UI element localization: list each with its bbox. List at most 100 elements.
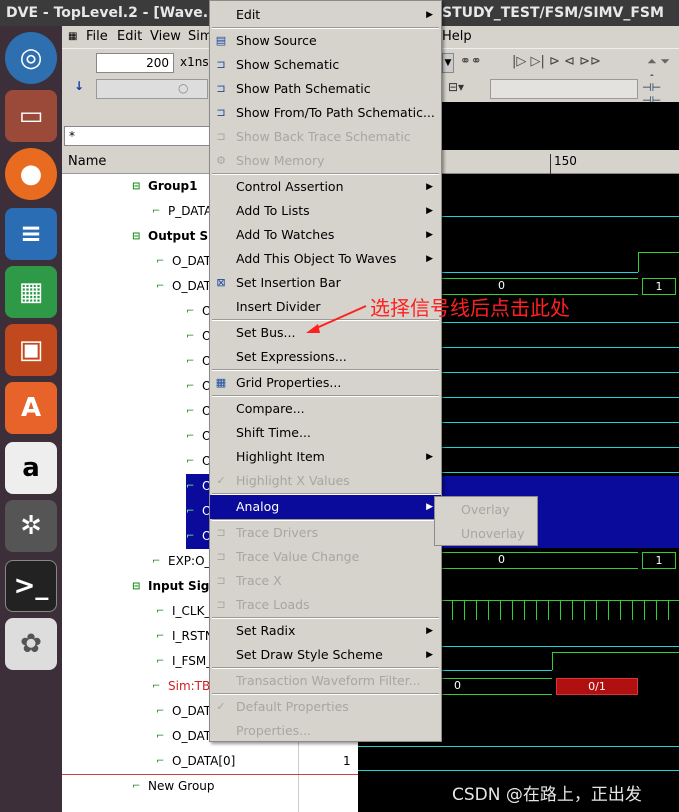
- wave-sim-bit0: [358, 770, 679, 771]
- menu-item-trace-value-change[interactable]: ⊐ Trace Value Change: [210, 545, 441, 569]
- menu-item-label: Show From/To Path Schematic...: [236, 105, 435, 120]
- menu-item-grid-properties[interactable]: ▦ Grid Properties...: [210, 371, 441, 395]
- menu-item-edit[interactable]: Edit ▶: [210, 3, 441, 27]
- down-arrow-icon[interactable]: ↓: [74, 79, 84, 93]
- menu-item-label: Add To Watches: [236, 227, 335, 242]
- menu-item-show-from-to-path-schematic[interactable]: ⊐ Show From/To Path Schematic...: [210, 101, 441, 125]
- menu-item-show-schematic[interactable]: ⊐ Show Schematic: [210, 53, 441, 77]
- menu-item-shift-time[interactable]: Shift Time...: [210, 421, 441, 445]
- menu-item-show-back-trace-schematic[interactable]: ⊐ Show Back Trace Schematic: [210, 125, 441, 149]
- menu-item-label: Highlight Item: [236, 449, 325, 464]
- time-unit[interactable]: x1ns: [180, 55, 209, 69]
- menu-item-default-properties[interactable]: ✓ Default Properties: [210, 695, 441, 719]
- menu-item-show-memory[interactable]: ⚙ Show Memory: [210, 149, 441, 173]
- menu-item-label: Set Bus...: [236, 325, 296, 340]
- menu-item-label: Default Properties: [236, 699, 349, 714]
- expand-icon: ⊟: [132, 581, 141, 592]
- signal-icon: ⌐: [186, 456, 195, 467]
- menu-item-label: Show Source: [236, 33, 317, 48]
- marker-icon[interactable]: ⊟▾: [448, 80, 464, 94]
- software-center-icon[interactable]: A: [5, 382, 57, 434]
- menu-item-icon: ⊐: [216, 130, 226, 143]
- ubuntu-dash-icon[interactable]: ◎: [5, 32, 57, 84]
- menu-item-icon: ⊐: [216, 526, 226, 539]
- menu-item-set-radix[interactable]: Set Radix ▶: [210, 619, 441, 643]
- wave-start-high: [552, 652, 679, 653]
- menu-item-properties[interactable]: Properties...: [210, 719, 441, 743]
- menu-item-trace-x[interactable]: ⊐ Trace X: [210, 569, 441, 593]
- tree-row[interactable]: ⌐ O_DATA[0]: [156, 749, 306, 774]
- menu-item-add-this-object-to-waves[interactable]: Add This Object To Waves ▶: [210, 247, 441, 271]
- marker-select[interactable]: [490, 79, 638, 99]
- expand-icon: ⊟: [132, 231, 141, 242]
- dropdown-icon[interactable]: ▼: [442, 53, 454, 73]
- menu-item-show-source[interactable]: ▤ Show Source: [210, 29, 441, 53]
- menu-item-label: Edit: [236, 7, 261, 22]
- menu-item-trace-drivers[interactable]: ⊐ Trace Drivers: [210, 521, 441, 545]
- menu-item-analog[interactable]: Analog ▶: [210, 495, 441, 519]
- impress-icon[interactable]: ▣: [5, 324, 57, 376]
- menu-item-icon: ✓: [216, 474, 226, 487]
- menu-item-label: Control Assertion: [236, 179, 344, 194]
- menu-item-add-to-lists[interactable]: Add To Lists ▶: [210, 199, 441, 223]
- time-input[interactable]: 200: [96, 53, 174, 73]
- menu-item-highlight-x-values[interactable]: ✓ Highlight X Values: [210, 469, 441, 493]
- submenu-arrow-icon: ▶: [426, 10, 433, 20]
- wave-bus-value-1: 1: [642, 278, 676, 295]
- tree-row-label: O_DATA[0]: [172, 754, 236, 768]
- window-title-path: STUDY_TEST/FSM/SIMV_FSM: [442, 5, 664, 21]
- menu-file[interactable]: File: [86, 26, 108, 48]
- wave-bus-value-0: 0: [498, 279, 505, 292]
- menu-item-set-expressions[interactable]: Set Expressions...: [210, 345, 441, 369]
- tree-row[interactable]: ⌐ New Group: [132, 774, 282, 799]
- menu-item-label: Add This Object To Waves: [236, 251, 397, 266]
- menu-item-add-to-watches[interactable]: Add To Watches ▶: [210, 223, 441, 247]
- settings-icon[interactable]: ✲: [5, 500, 57, 552]
- app-icon[interactable]: ✿: [5, 618, 57, 670]
- nav-field[interactable]: [96, 79, 208, 99]
- menu-item-label: Set Expressions...: [236, 349, 347, 364]
- signal-icon: ⌐: [156, 731, 165, 742]
- menu-edit[interactable]: Edit: [117, 26, 142, 48]
- menu-item-icon: ⊠: [216, 276, 226, 289]
- menu-item-icon: ⊐: [216, 58, 226, 71]
- calc-icon[interactable]: ▦: [5, 266, 57, 318]
- menu-item-overlay[interactable]: Overlay: [435, 498, 537, 522]
- wave-clock: [440, 600, 679, 620]
- menu-item-trace-loads[interactable]: ⊐ Trace Loads: [210, 593, 441, 617]
- submenu-arrow-icon: ▶: [426, 206, 433, 216]
- signal-icon: ⌐: [186, 381, 195, 392]
- step-icons[interactable]: |▷ ▷| ⊳ ⊲ ⊳⊳: [512, 54, 601, 69]
- submenu-arrow-icon: ▶: [426, 254, 433, 264]
- menu-item-compare[interactable]: Compare...: [210, 397, 441, 421]
- annotation-arrow: [306, 305, 367, 333]
- menu-item-show-path-schematic[interactable]: ⊐ Show Path Schematic: [210, 77, 441, 101]
- radio-icon[interactable]: ○: [178, 81, 188, 95]
- menu-item-icon: ▦: [215, 376, 227, 389]
- signal-icon: ⌐: [186, 481, 195, 492]
- signal-icon: ⌐: [186, 306, 195, 317]
- binoculars-icon[interactable]: ⚭⚭: [460, 54, 482, 69]
- terminal-icon[interactable]: >_: [5, 560, 57, 612]
- menu-item-highlight-item[interactable]: Highlight Item ▶: [210, 445, 441, 469]
- menu-item-label: Show Schematic: [236, 57, 340, 72]
- amazon-icon[interactable]: a: [5, 442, 57, 494]
- menu-item-control-assertion[interactable]: Control Assertion ▶: [210, 175, 441, 199]
- menu-item-icon: ⊐: [216, 550, 226, 563]
- files-icon[interactable]: ▭: [5, 90, 57, 142]
- menu-item-label: Analog: [236, 499, 280, 514]
- menu-item-set-draw-style-scheme[interactable]: Set Draw Style Scheme ▶: [210, 643, 441, 667]
- menu-item-transaction-waveform-filter[interactable]: Transaction Waveform Filter...: [210, 669, 441, 693]
- signal-icon: ⌐: [156, 656, 165, 667]
- menu-item-label: Trace X: [236, 573, 282, 588]
- annotation-text: 选择信号线后点击此处: [370, 296, 570, 320]
- app-menu-icon[interactable]: ▦: [68, 26, 77, 48]
- firefox-icon[interactable]: ●: [5, 148, 57, 200]
- menu-help[interactable]: Help: [442, 26, 472, 48]
- menu-item-icon: ⊐: [216, 82, 226, 95]
- menu-item-unoverlay[interactable]: Unoverlay: [435, 522, 537, 546]
- submenu-arrow-icon: ▶: [426, 626, 433, 636]
- value-last: 1: [343, 754, 351, 768]
- menu-view[interactable]: View: [150, 26, 181, 48]
- writer-icon[interactable]: ≡: [5, 208, 57, 260]
